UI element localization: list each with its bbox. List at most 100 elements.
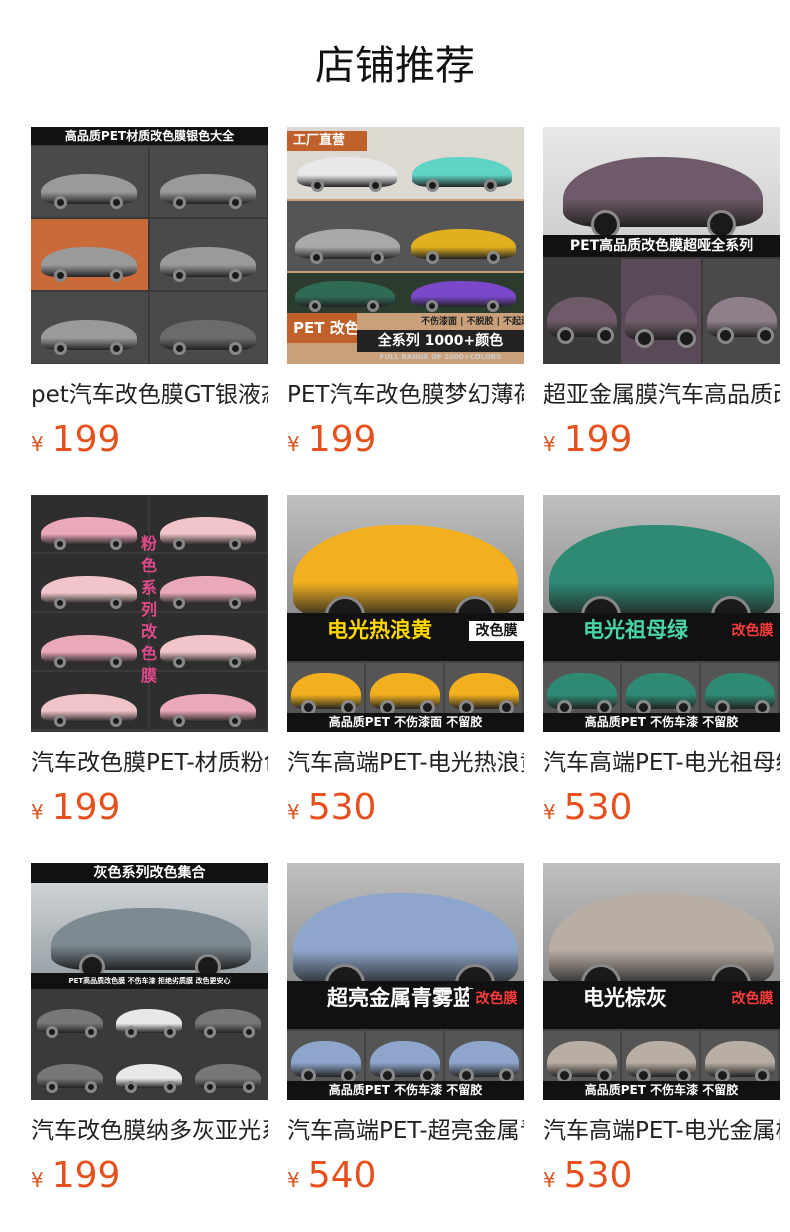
product-name[interactable]: 汽车高端PET-电光热浪黄改色膜	[287, 748, 524, 778]
image-caption: 工厂直营	[287, 131, 367, 151]
wheel-shape	[110, 596, 123, 609]
image-caption: 高品质PET材质改色膜银色大全	[64, 129, 235, 143]
product-price: ¥199	[287, 420, 524, 460]
wheel-shape	[110, 655, 123, 668]
wheel-shape	[716, 326, 734, 344]
wheel-shape	[110, 537, 123, 550]
wheel-shape	[204, 1025, 217, 1038]
image-caption: 高品质PET 不伤车漆 不留胶	[543, 713, 780, 732]
image-caption: 粉色系列改色膜	[139, 535, 157, 689]
wheel-shape	[676, 328, 696, 348]
currency-symbol: ¥	[543, 432, 556, 456]
wheel-shape	[84, 1080, 97, 1093]
wheel-shape	[367, 299, 379, 312]
wheel-shape	[229, 596, 242, 609]
product-price: ¥530	[543, 788, 780, 828]
wheel-shape	[370, 251, 384, 265]
currency-symbol: ¥	[287, 800, 300, 824]
product-price: ¥199	[543, 420, 780, 460]
image-caption: 改色膜	[725, 989, 780, 1009]
wheel-shape	[125, 1025, 138, 1038]
product-card[interactable]: PET高品质改色膜超哑全系列超亚金属膜汽车高品质改色膜 ¥199	[543, 127, 780, 495]
image-band	[543, 647, 780, 661]
wheel-shape	[46, 1025, 59, 1038]
product-card[interactable]: 超亮金属青雾蓝改色膜高品质PET 不伤车漆 不留胶汽车高端PET-超亮金属青雾蓝…	[287, 863, 524, 1231]
wheel-shape	[242, 1025, 255, 1038]
price-amount: 530	[563, 787, 633, 828]
product-image[interactable]: 超亮金属青雾蓝 改色膜 高品质PET 不伤车漆 不留胶	[287, 863, 524, 1100]
currency-symbol: ¥	[31, 1168, 44, 1192]
wheel-shape	[204, 1080, 217, 1093]
wheel-shape	[635, 328, 655, 348]
product-image[interactable]: 粉色系列改色膜	[31, 495, 268, 732]
price-amount: 540	[307, 1155, 377, 1196]
wheel-shape	[229, 537, 242, 550]
image-caption: 高品质PET 不伤车漆 不留胶	[287, 1081, 524, 1100]
product-card[interactable]: 电光祖母绿改色膜高品质PET 不伤车漆 不留胶汽车高端PET-电光祖母绿改色膜¥…	[543, 495, 780, 863]
product-image[interactable]: 电光祖母绿 改色膜 高品质PET 不伤车漆 不留胶	[543, 495, 780, 732]
product-image[interactable]: PET高品质改色膜超哑全系列	[543, 127, 780, 364]
wheel-shape	[425, 251, 439, 265]
product-name[interactable]: pet汽车改色膜GT银液态金属	[31, 380, 268, 410]
price-amount: 199	[51, 1155, 121, 1196]
currency-symbol: ¥	[543, 800, 556, 824]
product-image[interactable]: 灰色系列改色集合 PET高品质改色膜 不伤车漆 拒绝劣质膜 改色更安心	[31, 863, 268, 1100]
image-caption: 改色膜	[725, 621, 780, 641]
currency-symbol: ¥	[287, 1168, 300, 1192]
store-recommendations-page: 店铺推荐 高品质PET材质改色膜银色大全 pet汽车改色膜GT银液态金属 ¥199 工…	[0, 0, 790, 1232]
wheel-shape	[242, 1080, 255, 1093]
product-card[interactable]: 电光热浪黄改色膜高品质PET 不伤漆面 不留胶汽车高端PET-电光热浪黄改色膜¥…	[287, 495, 524, 863]
wheel-shape	[229, 714, 242, 727]
product-price: ¥199	[31, 788, 268, 828]
image-caption: 改色膜	[469, 621, 524, 641]
price-amount: 530	[563, 1155, 633, 1196]
product-price: ¥530	[543, 1156, 780, 1196]
product-name[interactable]: PET汽车改色膜梦幻薄荷绿	[287, 380, 524, 410]
product-card[interactable]: 工厂直营 PET 改色膜 不伤漆面 | 不脱胶 | 不起边全系列 1000+颜色FU…	[287, 127, 524, 495]
image-caption: PET高品质改色膜超哑全系列	[543, 235, 780, 257]
image-band	[287, 647, 524, 661]
product-grid: 高品质PET材质改色膜银色大全 pet汽车改色膜GT银液态金属 ¥199 工厂直营 PE…	[31, 127, 781, 1231]
product-price: ¥530	[287, 788, 524, 828]
product-image[interactable]: 电光棕灰 改色膜 高品质PET 不伤车漆 不留胶	[543, 863, 780, 1100]
image-caption: 高品质PET 不伤漆面 不留胶	[287, 713, 524, 732]
product-name[interactable]: 汽车改色膜PET-材质粉色系列	[31, 748, 268, 778]
wheel-shape	[46, 1080, 59, 1093]
product-price: ¥199	[31, 420, 268, 460]
product-image[interactable]: 高品质PET材质改色膜银色大全	[31, 127, 268, 364]
price-amount: 199	[563, 419, 633, 460]
wheel-shape	[125, 1080, 138, 1093]
wheel-shape	[309, 251, 323, 265]
image-band	[543, 1015, 780, 1029]
wheel-shape	[229, 655, 242, 668]
currency-symbol: ¥	[31, 800, 44, 824]
product-card[interactable]: 电光棕灰改色膜高品质PET 不伤车漆 不留胶汽车高端PET-电光金属棕灰改色膜¥…	[543, 863, 780, 1231]
product-name[interactable]: 汽车改色膜纳多灰亚光系列	[31, 1116, 268, 1146]
wheel-shape	[486, 299, 499, 312]
image-caption: 不伤漆面 | 不脱胶 | 不起边	[420, 317, 524, 327]
product-name[interactable]: 汽车高端PET-电光祖母绿改色膜	[543, 748, 780, 778]
image-band	[287, 1015, 524, 1029]
product-card[interactable]: 粉色系列改色膜汽车改色膜PET-材质粉色系列 ¥199	[31, 495, 268, 863]
product-image[interactable]: 电光热浪黄 改色膜 高品质PET 不伤漆面 不留胶	[287, 495, 524, 732]
price-amount: 530	[307, 787, 377, 828]
product-price: ¥540	[287, 1156, 524, 1196]
image-caption: 全系列 1000+颜色	[357, 330, 524, 352]
wheel-shape	[84, 1025, 97, 1038]
image-caption: 灰色系列改色集合	[93, 865, 206, 881]
wheel-shape	[556, 326, 574, 344]
wheel-shape	[309, 299, 321, 312]
product-name[interactable]: 汽车高端PET-电光金属棕灰改色膜	[543, 1116, 780, 1146]
product-card[interactable]: 灰色系列改色集合 PET高品质改色膜 不伤车漆 拒绝劣质膜 改色更安心汽车改色膜纳…	[31, 863, 268, 1231]
product-card[interactable]: 高品质PET材质改色膜银色大全 pet汽车改色膜GT银液态金属 ¥199	[31, 127, 268, 495]
image-caption: 高品质PET 不伤车漆 不留胶	[543, 1081, 780, 1100]
product-name[interactable]: 超亚金属膜汽车高品质改色膜	[543, 380, 780, 410]
product-price: ¥199	[31, 1156, 268, 1196]
wheel-shape	[425, 299, 438, 312]
product-image[interactable]: 工厂直营 PET 改色膜 不伤漆面 | 不脱胶 | 不起边全系列 1000+颜色FU…	[287, 127, 524, 364]
image-caption: 改色膜	[469, 989, 524, 1009]
product-name[interactable]: 汽车高端PET-超亮金属青雾蓝改色膜	[287, 1116, 524, 1146]
currency-symbol: ¥	[31, 432, 44, 456]
wheel-shape	[110, 714, 123, 727]
price-amount: 199	[51, 787, 121, 828]
